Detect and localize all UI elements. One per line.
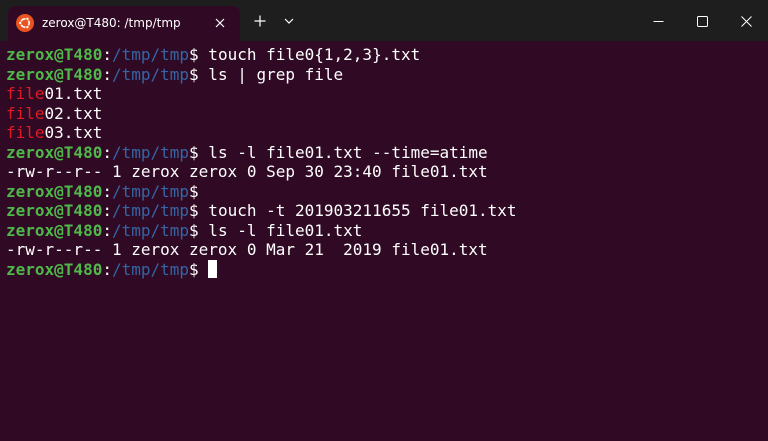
plus-icon [254,15,266,27]
prompt-path: /tmp/tmp [111,45,190,64]
prompt-dollar: $ [189,259,199,279]
command-text: ls -l file01.txt --time=atime [198,142,488,162]
command-text: touch -t 201903211655 file01.txt [198,201,517,220]
prompt-user: zerox@T480 [6,142,103,162]
prompt-user: zerox@T480 [6,181,103,201]
prompt-user: zerox@T480 [6,64,103,84]
maximize-icon [696,15,708,27]
close-icon [740,15,752,27]
prompt-separator: : [102,201,112,220]
grep-match: file [6,123,45,142]
prompt-separator: : [102,181,112,201]
prompt-dollar: $ [189,220,199,240]
prompt-path: /tmp/tmp [111,64,190,84]
prompt-path: /tmp/tmp [111,201,190,220]
output-line: -rw-r--r-- 1 zerox zerox 0 Mar 21 2019 f… [6,240,762,260]
prompt-path: /tmp/tmp [111,142,190,162]
terminal-window: zerox@T480: /tmp/tmp zerox@T480:/tmp/tmp… [0,0,768,441]
command-text: touch file0{1,2,3}.txt [198,45,421,64]
tab-terminal[interactable]: zerox@T480: /tmp/tmp [8,6,240,41]
grep-match: file [6,84,45,103]
prompt-path: /tmp/tmp [111,220,190,240]
minimize-icon [653,20,663,22]
prompt-separator: : [102,45,112,64]
terminal-output[interactable]: zerox@T480:/tmp/tmp$ touch file0{1,2,3}.… [6,45,762,279]
new-tab-button[interactable] [248,8,272,34]
prompt-dollar: $ [189,45,199,64]
prompt-line: zerox@T480:/tmp/tmp$ [6,259,762,280]
prompt-separator: : [102,64,112,84]
prompt-path: /tmp/tmp [111,181,190,201]
prompt-user: zerox@T480 [6,220,103,240]
output-text: 01.txt [44,84,103,103]
prompt-line: zerox@T480:/tmp/tmp$ touch file0{1,2,3}.… [6,45,762,65]
output-line: file01.txt [6,84,762,104]
output-line: file02.txt [6,104,762,124]
prompt-dollar: $ [189,142,199,162]
window-close-button[interactable] [730,8,762,34]
tab-title: zerox@T480: /tmp/tmp [42,16,181,30]
grep-match: file [6,103,45,123]
command-text [199,260,209,279]
prompt-user: zerox@T480 [6,45,103,64]
chevron-down-icon [284,18,294,24]
tab-close-button[interactable] [210,13,230,33]
prompt-path: /tmp/tmp [111,259,190,279]
output-text: -rw-r--r-- 1 zerox zerox 0 Mar 21 2019 f… [6,240,488,259]
prompt-user: zerox@T480 [6,201,103,220]
prompt-separator: : [102,220,112,240]
prompt-line: zerox@T480:/tmp/tmp$ ls -l file01.txt [6,221,762,241]
command-text: ls -l file01.txt [198,220,363,240]
prompt-separator: : [102,142,112,162]
prompt-dollar: $ [189,181,199,201]
output-line: file03.txt [6,123,762,143]
close-icon [215,18,225,28]
prompt-dollar: $ [189,201,199,220]
output-text: 02.txt [44,103,103,123]
title-bar[interactable]: zerox@T480: /tmp/tmp [0,0,768,41]
command-text: ls | grep file [198,64,344,84]
prompt-separator: : [102,259,112,279]
tab-dropdown-button[interactable] [278,8,300,34]
prompt-user: zerox@T480 [6,259,103,279]
prompt-line: zerox@T480:/tmp/tmp$ [6,182,762,202]
output-line: -rw-r--r-- 1 zerox zerox 0 Sep 30 23:40 … [6,162,762,182]
minimize-button[interactable] [642,8,674,34]
text-cursor [208,259,218,278]
prompt-dollar: $ [189,64,199,84]
prompt-line: zerox@T480:/tmp/tmp$ ls -l file01.txt --… [6,143,762,163]
prompt-line: zerox@T480:/tmp/tmp$ ls | grep file [6,65,762,85]
ubuntu-icon [16,14,34,32]
output-text: 03.txt [44,123,103,142]
output-text: -rw-r--r-- 1 zerox zerox 0 Sep 30 23:40 … [6,162,488,181]
maximize-button[interactable] [686,8,718,34]
prompt-line: zerox@T480:/tmp/tmp$ touch -t 2019032116… [6,201,762,221]
